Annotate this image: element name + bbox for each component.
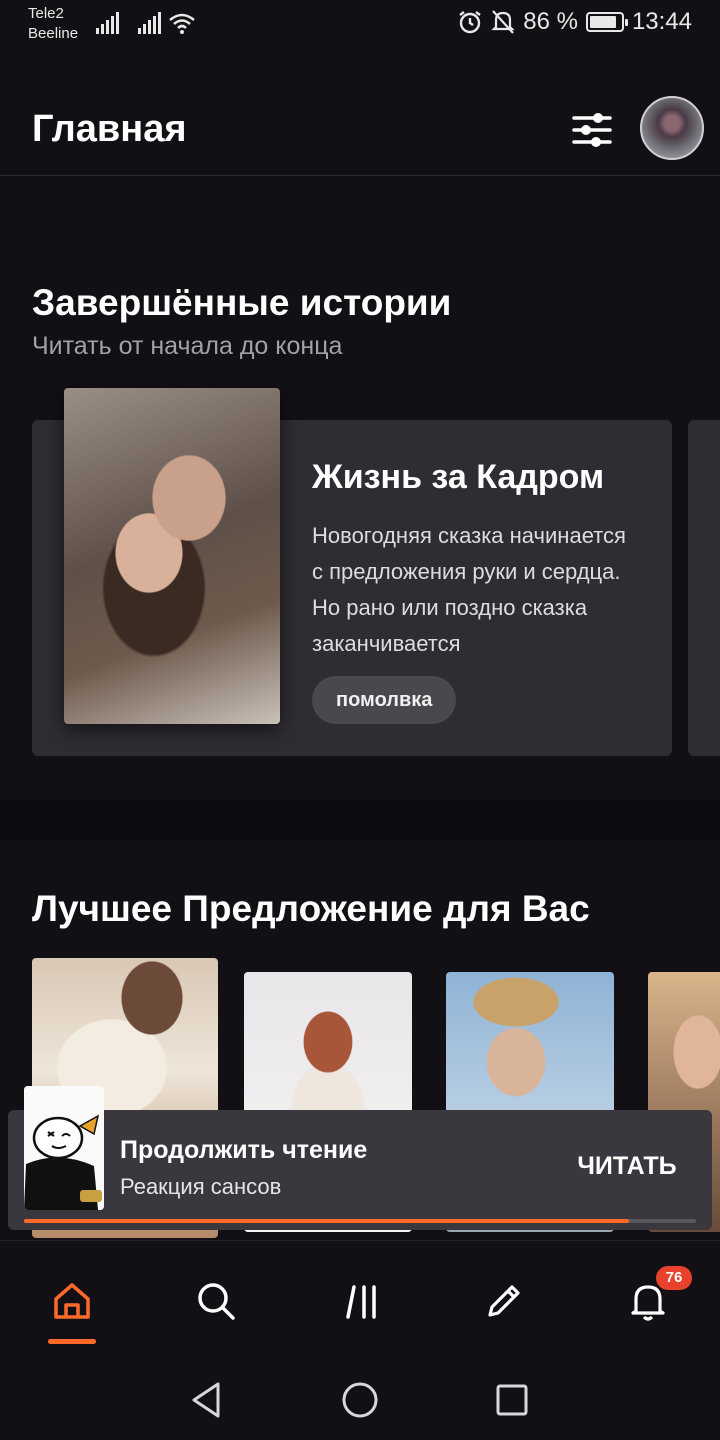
section-divider — [0, 800, 720, 840]
alarm-icon — [459, 11, 481, 34]
clock: 13:44 — [631, 8, 692, 35]
carrier-1: Tele2 — [28, 5, 64, 22]
section-title: Лучшее Предложение для Вас — [32, 888, 590, 929]
pencil-icon — [488, 1285, 520, 1317]
continue-reading-cover[interactable] — [24, 1086, 104, 1210]
signal-icon — [138, 12, 161, 34]
home-icon — [54, 1283, 90, 1319]
battery-icon — [585, 12, 628, 32]
carrier-names: Tele2 Beeline — [28, 4, 78, 44]
nav-write[interactable] — [468, 1271, 540, 1331]
sans-illustration — [24, 1086, 104, 1210]
search-icon — [198, 1283, 235, 1320]
section-title: Завершённые истории — [32, 282, 452, 323]
story-card-next[interactable] — [688, 420, 720, 756]
reading-progress-bar — [24, 1219, 696, 1223]
continue-reading-title: Продолжить чтение — [120, 1136, 368, 1164]
back-icon[interactable] — [184, 1376, 232, 1424]
story-cover-image[interactable] — [64, 388, 280, 724]
home-circle-icon[interactable] — [336, 1376, 384, 1424]
battery-percent: 86 % — [523, 8, 578, 35]
page-title: Главная — [32, 108, 187, 150]
status-right: 86 % 13:44 — [457, 8, 692, 36]
sliders-icon — [572, 113, 612, 147]
active-tab-indicator — [48, 1339, 96, 1344]
bell-off-icon — [491, 10, 515, 34]
nav-home[interactable] — [36, 1271, 108, 1331]
system-navigation — [0, 1360, 720, 1440]
reading-progress-fill — [24, 1219, 629, 1223]
avatar[interactable] — [640, 96, 704, 160]
filter-button[interactable] — [566, 104, 618, 156]
wifi-icon — [169, 13, 195, 34]
app-header: Главная — [0, 84, 720, 176]
read-button[interactable]: ЧИТАТЬ — [562, 1146, 692, 1186]
nav-search[interactable] — [180, 1271, 252, 1331]
library-icon — [346, 1285, 376, 1319]
status-bar: Tele2 Beeline 86 % 13:44 — [0, 0, 720, 52]
signal-icon — [96, 12, 119, 34]
section-subtitle: Читать от начала до конца — [32, 332, 343, 360]
recent-apps-icon[interactable] — [488, 1376, 536, 1424]
notification-badge: 76 — [656, 1266, 692, 1290]
bottom-navigation — [0, 1240, 720, 1360]
story-tag[interactable]: помолвка — [312, 676, 457, 724]
continue-reading-story: Реакция сансов — [120, 1174, 282, 1199]
story-description: Новогодняя сказка начинается с предложен… — [312, 523, 626, 656]
nav-library[interactable] — [326, 1271, 398, 1331]
carrier-2: Beeline — [28, 25, 79, 42]
story-title: Жизнь за Кадром — [312, 458, 605, 496]
